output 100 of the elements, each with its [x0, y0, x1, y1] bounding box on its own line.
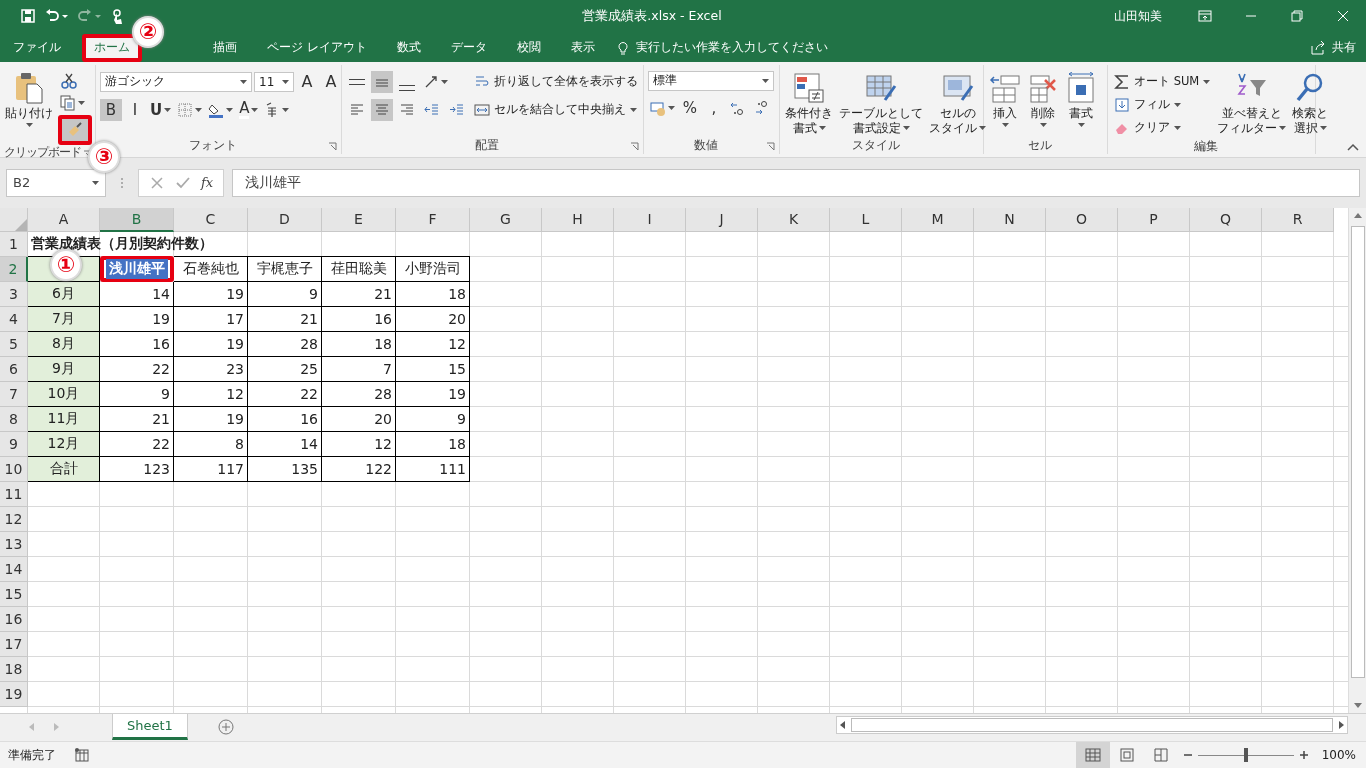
- table-cell[interactable]: 石巻純也: [174, 255, 248, 282]
- dropdown-field[interactable]: 11: [254, 71, 294, 92]
- column-header[interactable]: Q: [1190, 207, 1262, 232]
- share-button[interactable]: 共有: [1300, 33, 1366, 62]
- table-cell[interactable]: 宇梶恵子: [248, 255, 322, 282]
- row-header[interactable]: 15: [0, 581, 28, 607]
- format-button[interactable]: A: [237, 98, 261, 121]
- column-header[interactable]: G: [470, 207, 542, 232]
- scroll-thumb[interactable]: [851, 718, 1333, 733]
- tell-me-search[interactable]: 実行したい作業を入力してください: [615, 33, 828, 62]
- close-icon: [1335, 8, 1351, 24]
- zoom-level[interactable]: 100%: [1321, 748, 1356, 762]
- column-header[interactable]: D: [248, 207, 322, 232]
- row-header[interactable]: 17: [0, 631, 28, 657]
- dialog-launcher-button[interactable]: [630, 141, 639, 151]
- macro-record-button[interactable]: [74, 747, 90, 763]
- row-header[interactable]: 8: [0, 406, 28, 432]
- table-brush-button[interactable]: テーブルとして 書式設定: [838, 70, 924, 137]
- column-header[interactable]: C: [174, 207, 248, 232]
- dialog-launcher-button[interactable]: [328, 141, 337, 151]
- ribbon-button[interactable]: オート SUM: [1112, 70, 1213, 93]
- row-header[interactable]: 2: [0, 256, 28, 282]
- format-button[interactable]: B: [100, 98, 122, 121]
- column-header[interactable]: F: [396, 207, 470, 232]
- column-header[interactable]: K: [758, 207, 830, 232]
- format-button[interactable]: A: [296, 70, 318, 93]
- copy-button[interactable]: [58, 92, 87, 113]
- table-cell[interactable]: 小野浩司: [396, 255, 470, 282]
- select-all-button[interactable]: [0, 207, 28, 232]
- column-header[interactable]: B: [100, 207, 174, 232]
- view-button[interactable]: [1075, 742, 1110, 768]
- zoom-in-button[interactable]: [1297, 749, 1310, 761]
- row-header[interactable]: 4: [0, 306, 28, 332]
- conditional-format-button[interactable]: 条件付き 書式: [784, 70, 834, 137]
- row-header[interactable]: 9: [0, 431, 28, 457]
- insert-function-button[interactable]: fx: [201, 170, 214, 195]
- column-header[interactable]: R: [1262, 207, 1334, 232]
- row-header[interactable]: 5: [0, 331, 28, 357]
- align-center-button[interactable]: [371, 98, 393, 121]
- column-header[interactable]: N: [974, 207, 1046, 232]
- ribbon-button[interactable]: フィル: [1112, 93, 1183, 116]
- column-header[interactable]: A: [28, 207, 100, 232]
- cell-brush-button[interactable]: セルの スタイル: [928, 70, 987, 137]
- dropdown-field[interactable]: 游ゴシック: [100, 71, 252, 92]
- format-button[interactable]: A: [320, 70, 342, 93]
- table-cell[interactable]: 荏田聡美: [322, 255, 396, 282]
- dialog-launcher-button[interactable]: [766, 141, 775, 151]
- ribbon-tab[interactable]: データ: [441, 33, 496, 62]
- brush-button[interactable]: [58, 114, 92, 145]
- ribbon-tab[interactable]: 校閲: [507, 33, 550, 62]
- row-header[interactable]: 19: [0, 681, 28, 707]
- format-button[interactable]: ,: [703, 96, 725, 119]
- row-header[interactable]: 12: [0, 506, 28, 532]
- ribbon-button[interactable]: クリア: [1112, 116, 1183, 139]
- column-header[interactable]: L: [830, 207, 902, 232]
- column-header[interactable]: E: [322, 207, 396, 232]
- cell-format-icon: [1065, 71, 1097, 104]
- sort-filter-button[interactable]: 並べ替えと フィルター: [1216, 70, 1288, 137]
- row-header[interactable]: 13: [0, 531, 28, 557]
- row-header[interactable]: 7: [0, 381, 28, 407]
- cell-format-button[interactable]: 書式: [1064, 70, 1098, 128]
- dropdown-field[interactable]: 標準: [648, 70, 774, 91]
- column-header[interactable]: I: [614, 207, 686, 232]
- format-button[interactable]: %: [679, 96, 701, 119]
- zoom-slider[interactable]: [1243, 747, 1248, 762]
- column-header[interactable]: H: [542, 207, 614, 232]
- magnifier-button[interactable]: 検索と 選択: [1291, 70, 1330, 137]
- row-header[interactable]: 18: [0, 656, 28, 682]
- formula-field[interactable]: 浅川雄平: [232, 168, 1360, 197]
- vertical-scrollbar[interactable]: [1348, 207, 1366, 714]
- ribbon-button[interactable]: 折り返して全体を表示する: [472, 70, 640, 93]
- ribbon-tab[interactable]: ページ レイアウト: [258, 33, 376, 62]
- row-header[interactable]: 16: [0, 606, 28, 632]
- row-header[interactable]: 6: [0, 356, 28, 382]
- copy-icon: [60, 94, 76, 111]
- name-box[interactable]: B2: [6, 168, 106, 197]
- horizontal-scrollbar[interactable]: [836, 716, 1348, 735]
- ribbon-tab[interactable]: ファイル: [4, 33, 70, 62]
- clipboard-button[interactable]: 貼り付け: [4, 70, 54, 128]
- sheet-tab[interactable]: Sheet1: [112, 714, 188, 741]
- ribbon-tab[interactable]: 数式: [387, 33, 430, 62]
- normal-view-icon: [1084, 747, 1101, 763]
- column-header[interactable]: J: [686, 207, 758, 232]
- ribbon-tab[interactable]: 描画: [204, 33, 246, 62]
- delete-cells-button[interactable]: 削除: [1026, 70, 1060, 128]
- format-button[interactable]: U: [148, 98, 174, 121]
- column-header[interactable]: P: [1118, 207, 1190, 232]
- ribbon-tab[interactable]: 表示: [561, 33, 604, 62]
- format-button[interactable]: I: [124, 98, 146, 121]
- ribbon-button[interactable]: セルを結合して中央揃え: [472, 98, 639, 121]
- row-header[interactable]: 10: [0, 456, 28, 482]
- column-header[interactable]: M: [902, 207, 974, 232]
- column-header[interactable]: O: [1046, 207, 1118, 232]
- scroll-thumb[interactable]: [1350, 225, 1365, 678]
- row-header[interactable]: 14: [0, 556, 28, 582]
- row-header[interactable]: 1: [0, 231, 28, 257]
- insert-cells-button[interactable]: 挿入: [988, 70, 1022, 128]
- table-cell[interactable]: 浅川雄平: [100, 255, 174, 282]
- row-header[interactable]: 11: [0, 481, 28, 507]
- row-header[interactable]: 3: [0, 281, 28, 307]
